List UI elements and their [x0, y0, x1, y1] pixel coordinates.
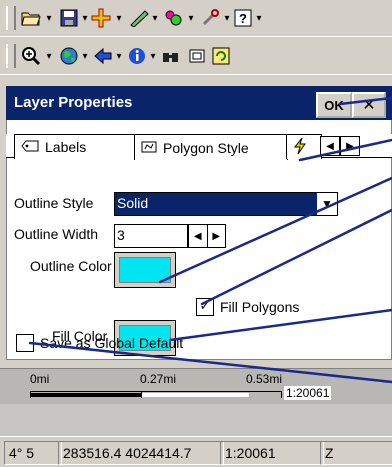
spin-down-icon[interactable]: ◀	[189, 225, 207, 247]
tools-dropdown-arrow[interactable]: ▾	[222, 9, 232, 27]
tab-scroll-left-button[interactable]: ◀	[320, 136, 340, 156]
tab-labels-label: Labels	[45, 139, 87, 155]
scale-ruler	[30, 391, 282, 398]
save-default-checkbox[interactable]	[16, 334, 34, 352]
scale-ratio: 1:20061	[284, 386, 332, 400]
toolbar-grip[interactable]	[6, 6, 16, 30]
status-scale: 1:20061	[220, 441, 324, 465]
tools-icon[interactable]	[200, 7, 222, 29]
save-default-label: Save as Global Default	[40, 335, 184, 351]
outline-width-label: Outline Width	[14, 226, 99, 242]
map-view[interactable]	[0, 404, 392, 436]
add-layer-icon[interactable]	[90, 7, 112, 29]
outline-style-select[interactable]: Solid ▼	[114, 192, 338, 216]
open-folder-icon[interactable]	[20, 7, 42, 29]
globe-icon[interactable]	[58, 45, 80, 67]
tab-strip: Labels Polygon Style ◀ ▶	[6, 134, 392, 160]
label-tag-icon	[21, 139, 39, 155]
info-dropdown-arrow[interactable]: ▾	[148, 47, 158, 65]
draw-icon[interactable]	[128, 7, 150, 29]
outline-color-button[interactable]	[114, 252, 176, 288]
layer-properties-dialog	[6, 86, 392, 360]
status-coordinates: 283516.4 4024414.7	[58, 441, 224, 465]
main-toolbar: ▾ ▾ ▾ ▾ ▾ ▾ ? ▾	[0, 0, 392, 37]
add-layer-dropdown-arrow[interactable]: ▾	[114, 9, 124, 27]
fill-polygons-checkbox[interactable]: ✓	[196, 298, 214, 316]
outline-style-value: Solid	[115, 193, 317, 215]
lightning-icon	[291, 137, 309, 158]
back-dropdown-arrow[interactable]: ▾	[114, 47, 124, 65]
tab-more[interactable]	[286, 134, 322, 159]
help-dropdown-arrow[interactable]: ▾	[254, 9, 264, 27]
scale-label-0: 0mi	[30, 372, 50, 386]
status-zone: Z	[320, 441, 392, 465]
draw-dropdown-arrow[interactable]: ▾	[150, 9, 160, 27]
status-bar: 4° 5 283516.4 4024414.7 1:20061 Z	[0, 436, 392, 467]
tab-polygon-style[interactable]: Polygon Style	[134, 134, 288, 160]
scale-label-2: 0.53mi	[246, 372, 283, 386]
tab-polygon-style-label: Polygon Style	[163, 139, 249, 156]
refresh-icon[interactable]	[210, 45, 232, 67]
spin-up-icon[interactable]: ▶	[206, 225, 226, 247]
dialog-titlebar: Layer Properties OK ✕	[6, 86, 392, 120]
zoom-icon[interactable]	[20, 45, 42, 67]
layer-options-icon[interactable]	[162, 7, 184, 29]
zoom-dropdown-arrow[interactable]: ▾	[44, 47, 54, 65]
info-icon[interactable]	[126, 45, 148, 67]
outline-color-label: Outline Color	[30, 258, 112, 274]
outline-width-spinner[interactable]: ◀ ▶	[188, 224, 226, 248]
map-scale-bar: 0mi 0.27mi 0.53mi 1:20061	[0, 368, 392, 404]
help-icon[interactable]: ?	[232, 7, 254, 29]
polygon-style-icon	[141, 140, 157, 156]
outline-width-input[interactable]: 3	[114, 224, 188, 248]
fill-polygons-label: Fill Polygons	[220, 299, 300, 315]
tab-labels[interactable]: Labels	[14, 134, 138, 159]
tab-scroll-right-button[interactable]: ▶	[340, 136, 360, 156]
navigation-toolbar: ▾ ▾ ▾ ▾	[0, 38, 392, 75]
ok-button[interactable]: OK	[316, 92, 352, 118]
globe-dropdown-arrow[interactable]: ▾	[80, 47, 90, 65]
outline-color-swatch	[119, 257, 171, 283]
layer-options-dropdown-arrow[interactable]: ▾	[186, 9, 196, 27]
svg-text:?: ?	[239, 11, 247, 26]
back-arrow-icon[interactable]	[92, 45, 114, 67]
find-icon[interactable]	[160, 45, 182, 67]
dialog-title: Layer Properties	[14, 94, 133, 111]
chevron-down-icon: ▼	[317, 193, 337, 215]
toolbar-grip[interactable]	[6, 44, 16, 68]
scale-label-1: 0.27mi	[140, 372, 177, 386]
outline-style-label: Outline Style	[14, 195, 94, 211]
open-dropdown-arrow[interactable]: ▾	[44, 9, 54, 27]
status-longitude: 4° 5	[4, 441, 62, 465]
display-box-icon[interactable]	[186, 45, 208, 67]
close-button[interactable]: ✕	[352, 92, 386, 118]
save-icon[interactable]	[58, 7, 80, 29]
save-dropdown-arrow[interactable]: ▾	[80, 9, 90, 27]
